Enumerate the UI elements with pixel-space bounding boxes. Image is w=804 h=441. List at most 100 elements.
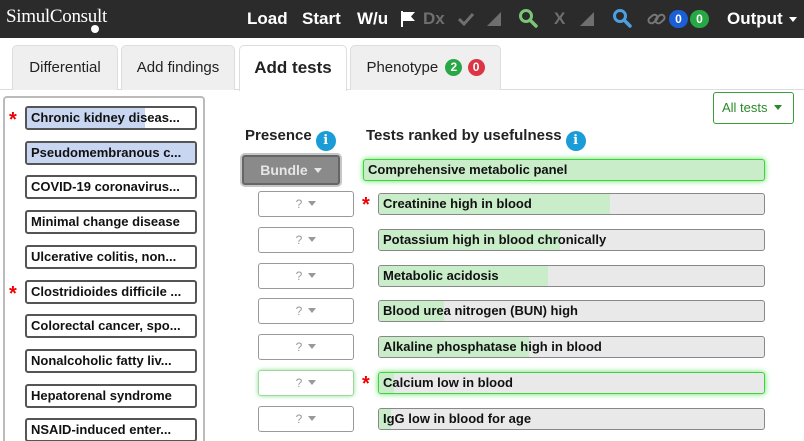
- tests-header: Tests ranked by usefulness i: [366, 127, 586, 151]
- diagnosis-item[interactable]: Chronic kidney diseas...: [25, 106, 197, 130]
- star-icon: *: [362, 194, 370, 216]
- presence-select[interactable]: ?: [258, 191, 354, 217]
- diagnosis-item[interactable]: Ulcerative colitis, non...: [25, 244, 197, 269]
- diagnosis-label: Chronic kidney diseas...: [31, 110, 180, 125]
- triangle-flag-icon-2[interactable]: [580, 12, 594, 26]
- diagnosis-label: Clostridioides difficile ...: [31, 283, 182, 299]
- output-menu[interactable]: Output: [727, 9, 797, 29]
- caret-down-icon: [308, 380, 317, 385]
- presence-select[interactable]: ?: [258, 262, 354, 289]
- diagnosis-item[interactable]: Nonalcoholic fatty liv...: [25, 348, 197, 373]
- phenotype-count-red: 0: [467, 59, 485, 76]
- bundle-label: Bundle: [260, 162, 308, 178]
- diagnosis-item[interactable]: NSAID-induced enter...: [25, 418, 197, 441]
- clear-findings-button[interactable]: X: [554, 9, 565, 29]
- diagnosis-label: Nonalcoholic fatty liv...: [31, 352, 172, 368]
- test-label: Calcium low in blood: [383, 375, 513, 390]
- test-label: Creatinine high in blood: [383, 196, 532, 211]
- tab-differential[interactable]: Differential: [12, 45, 118, 90]
- presence-select[interactable]: ?: [258, 334, 354, 361]
- diagnosis-label: NSAID-induced enter...: [31, 422, 172, 438]
- all-tests-dropdown[interactable]: All tests: [713, 92, 794, 124]
- tab-add-findings[interactable]: Add findings: [121, 45, 235, 90]
- tab-phenotype-label: Phenotype: [366, 59, 439, 76]
- diagnosis-item[interactable]: Colorectal cancer, spo...: [25, 314, 197, 339]
- start-button[interactable]: Start: [302, 9, 341, 29]
- phenotype-count-green: 2: [445, 59, 463, 76]
- link-count-badge-blue: 0: [669, 10, 688, 28]
- link-icon[interactable]: [647, 10, 667, 28]
- presence-value: ?: [295, 340, 303, 355]
- presence-select[interactable]: ?: [258, 226, 354, 253]
- presence-value: ?: [295, 304, 303, 319]
- presence-header: Presence i: [245, 127, 336, 151]
- test-label: Alkaline phosphatase high in blood: [383, 339, 602, 355]
- presence-value: ?: [295, 411, 303, 426]
- presence-value: ?: [295, 197, 303, 211]
- test-bar[interactable]: Creatinine high in blood: [378, 193, 765, 215]
- tab-phenotype[interactable]: Phenotype 2 0: [350, 45, 501, 90]
- star-icon: *: [9, 282, 17, 305]
- presence-header-label: Presence: [245, 127, 312, 144]
- diagnosis-label: Hepatorenal syndrome: [31, 387, 172, 403]
- tests-header-label: Tests ranked by usefulness: [366, 127, 562, 144]
- diagnosis-label: Colorectal cancer, spo...: [31, 318, 181, 334]
- top-navbar: SimulConsult Load Start W/u Dx X 0 0 Out…: [0, 0, 804, 38]
- info-icon[interactable]: i: [315, 131, 336, 151]
- check-icon[interactable]: [458, 11, 474, 27]
- diagnosis-list[interactable]: * Chronic kidney diseas... Pseudomembranou…: [3, 96, 205, 441]
- diagnosis-label: Ulcerative colitis, non...: [31, 248, 177, 264]
- star-icon: *: [362, 373, 370, 395]
- presence-value: ?: [295, 268, 303, 283]
- caret-down-icon-2: [773, 105, 782, 110]
- flag-icon[interactable]: [400, 10, 416, 28]
- diagnosis-label: Pseudomembranous c...: [31, 144, 182, 160]
- bundle-dropdown[interactable]: Bundle: [242, 155, 340, 185]
- diagnosis-item[interactable]: Clostridioides difficile ...: [25, 279, 197, 304]
- panel-test-label: Comprehensive metabolic panel: [368, 162, 568, 177]
- star-icon: *: [9, 109, 17, 131]
- presence-value: ?: [295, 232, 303, 247]
- caret-down-icon: [308, 415, 317, 421]
- presence-select[interactable]: ?: [258, 405, 354, 432]
- logo-dot-icon: [91, 25, 99, 33]
- diagnosis-label: COVID-19 coronavirus...: [31, 179, 180, 195]
- presence-select[interactable]: ?: [258, 298, 354, 325]
- caret-down-icon: [308, 272, 317, 278]
- test-label: Blood urea nitrogen (BUN) high: [383, 303, 578, 319]
- test-bar[interactable]: Alkaline phosphatase high in blood: [378, 336, 765, 359]
- test-label: Potassium high in blood chronically: [383, 231, 607, 247]
- caret-down-icon: [788, 17, 797, 22]
- search-icon[interactable]: [518, 8, 538, 28]
- dx-button[interactable]: Dx: [423, 9, 445, 29]
- info-icon-2[interactable]: i: [565, 131, 586, 151]
- search-icon-2[interactable]: [612, 8, 632, 28]
- test-label: Metabolic acidosis: [383, 267, 499, 283]
- tab-add-tests[interactable]: Add tests: [239, 45, 347, 91]
- presence-value: ?: [295, 376, 303, 390]
- test-bar[interactable]: Blood urea nitrogen (BUN) high: [378, 300, 765, 323]
- test-bar[interactable]: IgG low in blood for age: [378, 407, 765, 430]
- caret-down-icon: [308, 201, 317, 206]
- diagnosis-item[interactable]: Pseudomembranous c...: [25, 140, 197, 165]
- load-button[interactable]: Load: [247, 9, 288, 29]
- test-bar[interactable]: Metabolic acidosis: [378, 264, 765, 287]
- test-bar[interactable]: Potassium high in blood chronically: [378, 228, 765, 251]
- triangle-flag-icon[interactable]: [487, 12, 501, 26]
- diagnosis-item[interactable]: Minimal change disease: [25, 210, 197, 235]
- caret-down-icon-3: [313, 168, 322, 173]
- workup-button[interactable]: W/u: [357, 9, 388, 29]
- all-tests-label: All tests: [722, 100, 768, 115]
- diagnosis-label: Minimal change disease: [31, 214, 180, 230]
- output-label: Output: [727, 9, 783, 28]
- diagnosis-item[interactable]: COVID-19 coronavirus...: [25, 175, 197, 200]
- test-bar[interactable]: Calcium low in blood: [378, 372, 765, 394]
- presence-select[interactable]: ?: [258, 370, 354, 396]
- caret-down-icon: [308, 308, 317, 314]
- link-count-badge-green: 0: [690, 10, 709, 28]
- test-label: IgG low in blood for age: [383, 410, 532, 426]
- caret-down-icon: [308, 236, 317, 242]
- panel-test-bar[interactable]: Comprehensive metabolic panel: [363, 159, 765, 181]
- caret-down-icon: [308, 344, 317, 350]
- diagnosis-item[interactable]: Hepatorenal syndrome: [25, 383, 197, 408]
